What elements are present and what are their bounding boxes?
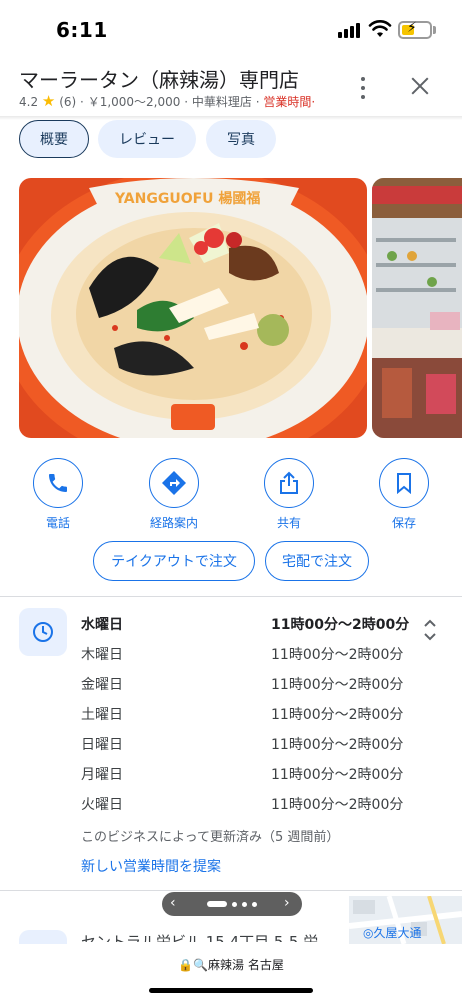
hours-day: 木曜日: [81, 647, 123, 663]
hours-time: 11時00分～2時00分: [271, 737, 404, 753]
meta-separator: ·: [311, 95, 316, 109]
meta-separator: ·: [184, 95, 189, 109]
place-title: マーラータン（麻辣湯）専門店: [19, 68, 299, 92]
meta-separator: ·: [80, 95, 84, 109]
pager-dot: [252, 902, 257, 907]
url-text: 麻辣湯 名古屋: [208, 958, 284, 972]
chevron-left-icon[interactable]: ‹: [170, 895, 176, 911]
phone-icon[interactable]: [33, 458, 83, 508]
delivery-order-button[interactable]: 宅配で注文: [265, 541, 369, 581]
suggest-hours-link[interactable]: 新しい営業時間を提案: [81, 856, 221, 876]
address-preview[interactable]: セントラル栄ビル 15 4丁目 5-5 栄: [81, 930, 331, 942]
directions-icon[interactable]: [149, 458, 199, 508]
more-options-icon[interactable]: [352, 74, 374, 102]
bookmark-icon[interactable]: [379, 458, 429, 508]
save-label: 保存: [391, 516, 416, 530]
hours-day: 月曜日: [81, 767, 123, 783]
category-label: 中華料理店: [191, 95, 252, 109]
battery-icon: ⚡: [398, 20, 432, 39]
wifi-icon: [368, 20, 392, 37]
tab-overview[interactable]: 概要: [19, 120, 89, 158]
hours-time: 11時00分～2時00分: [271, 767, 404, 783]
status-bar: 6:11 ⚡: [0, 0, 462, 56]
pager-active-indicator: [207, 901, 227, 907]
hours-time: 11時00分～2時00分: [271, 617, 410, 633]
hours-day: 水曜日: [81, 617, 123, 633]
star-icon: ★: [41, 92, 56, 110]
section-divider: [0, 596, 462, 597]
hours-time: 11時00分～2時00分: [271, 647, 404, 663]
takeout-order-button[interactable]: テイクアウトで注文: [93, 541, 255, 581]
tab-reviews[interactable]: レビュー: [98, 120, 196, 158]
review-count[interactable]: (6): [59, 95, 76, 109]
hours-time: 11時00分～2時00分: [271, 677, 404, 693]
hours-row: 土曜日 11時00分～2時00分: [81, 704, 421, 728]
save-action[interactable]: 保存: [364, 458, 444, 530]
hours-row: 日曜日 11時00分～2時00分: [81, 734, 421, 758]
pager-dot: [232, 902, 237, 907]
share-label: 共有: [276, 516, 301, 530]
home-indicator[interactable]: [149, 988, 313, 993]
hours-day: 土曜日: [81, 707, 123, 723]
chevron-expand-icon[interactable]: [420, 618, 440, 644]
search-icon: 🔍: [193, 958, 209, 972]
photo-interior[interactable]: [372, 178, 462, 438]
close-icon[interactable]: [404, 70, 436, 102]
price-range: ￥1,000～2,000: [87, 95, 181, 109]
section-divider: [0, 890, 462, 891]
hours-row: 金曜日 11時00分～2時00分: [81, 674, 421, 698]
photo-main-dish[interactable]: YANGGUOFU 楊國福: [19, 178, 367, 438]
rating-value: 4.2: [19, 95, 39, 109]
hours-day: 金曜日: [81, 677, 123, 693]
pager-dot: [242, 902, 247, 907]
bowl-brand-text: YANGGUOFU 楊國福: [114, 190, 260, 207]
hours-day: 火曜日: [81, 797, 123, 813]
tab-photos[interactable]: 写真: [206, 120, 276, 158]
directions-action[interactable]: 経路案内: [134, 458, 214, 530]
photo-pager[interactable]: ‹ ›: [162, 892, 302, 916]
hours-day: 日曜日: [81, 737, 123, 753]
hours-row-today: 水曜日 11時00分～2時00分: [81, 614, 421, 638]
call-action[interactable]: 電話: [18, 458, 98, 530]
call-label: 電話: [45, 516, 70, 530]
chevron-right-icon[interactable]: ›: [284, 895, 290, 911]
open-status[interactable]: 営業時間: [263, 95, 311, 109]
clock-icon: [19, 608, 67, 656]
share-icon[interactable]: [264, 458, 314, 508]
hours-time: 11時00分～2時00分: [271, 707, 404, 723]
hours-row: 木曜日 11時00分～2時00分: [81, 644, 421, 668]
hours-row: 月曜日 11時00分～2時00分: [81, 764, 421, 788]
directions-label: 経路案内: [149, 516, 198, 530]
url-field[interactable]: 🔒🔍麻辣湯 名古屋: [0, 956, 462, 973]
map-station-label: ◎久屋大通: [363, 926, 422, 940]
meta-separator: ·: [255, 95, 260, 109]
battery-tip: [433, 26, 436, 34]
hours-updated-note: このビジネスによって更新済み（5 週間前）: [81, 830, 340, 845]
browser-bar: 🔒🔍麻辣湯 名古屋: [0, 944, 462, 1000]
hours-time: 11時00分～2時00分: [271, 797, 404, 813]
status-time: 6:11: [56, 18, 108, 42]
place-meta: 4.2 ★ (6) · ￥1,000～2,000 · 中華料理店 · 営業時間·: [19, 92, 315, 110]
share-action[interactable]: 共有: [249, 458, 329, 530]
map-thumbnail[interactable]: ◎久屋大通: [349, 896, 462, 944]
lock-icon: 🔒: [178, 958, 194, 972]
cellular-signal-icon: [338, 22, 362, 38]
hours-row: 火曜日 11時00分～2時00分: [81, 794, 421, 818]
